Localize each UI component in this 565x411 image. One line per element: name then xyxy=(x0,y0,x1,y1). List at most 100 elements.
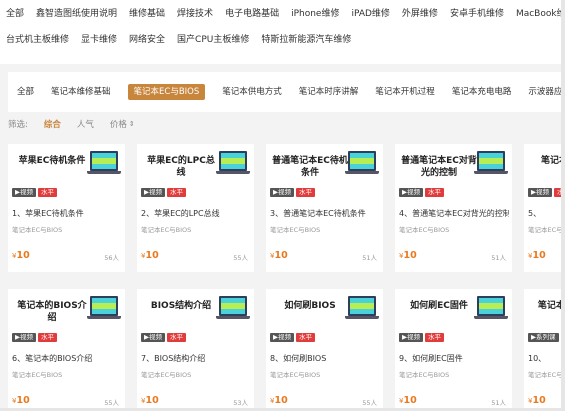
enrollment-count: 55人 xyxy=(233,254,248,262)
course-category: 笔记本EC与BIOS xyxy=(141,226,192,234)
course-name[interactable]: 10、 xyxy=(528,353,565,364)
enrollment-count: 51人 xyxy=(362,254,377,262)
thumbnail-title: 普通笔记本EC待机条件 xyxy=(272,156,348,178)
top-category-item[interactable]: 特斯拉新能源汽车维修 xyxy=(261,30,351,50)
course-thumbnail[interactable]: 普通笔记本EC对背光的控制 ▶视频 水平 xyxy=(395,144,512,201)
course-name[interactable]: 4、普通笔记本EC对背光的控制 xyxy=(399,208,509,219)
course-thumbnail[interactable]: BIOS结构介绍 ▶视频 水平 xyxy=(137,289,254,346)
top-category-item[interactable]: iPAD维修 xyxy=(351,4,389,24)
thumbnail-title: 笔记本的BIOS介绍 xyxy=(17,301,87,323)
course-thumbnail[interactable]: 笔记本的BIOS介绍 ▶视频 水平 xyxy=(8,289,125,346)
course-category: 笔记本EC与 xyxy=(528,371,563,379)
course-thumbnail[interactable]: 笔记本电池的 ▶视频水平 xyxy=(524,144,565,201)
course-name[interactable]: 7、BIOS结构介绍 xyxy=(141,353,251,364)
course-name[interactable]: 3、普通笔记本EC待机条件 xyxy=(270,208,380,219)
price-value: 10 xyxy=(16,395,30,406)
top-category-item[interactable]: 国产CPU主板维修 xyxy=(177,30,249,50)
course-name[interactable]: 2、苹果EC的LPC总线 xyxy=(141,208,251,219)
course-name[interactable]: 9、如何刷EC固件 xyxy=(399,353,509,364)
top-category-item[interactable]: 台式机主板维修 xyxy=(6,30,69,50)
subcategory-tab[interactable]: 笔记本时序讲解 xyxy=(299,84,359,100)
course-thumbnail[interactable]: 笔记本与BIOS ▶系列课 xyxy=(524,289,565,346)
thumbnail-title: BIOS结构介绍 xyxy=(150,301,212,311)
subcategory-tab[interactable]: 笔记本充电电路 xyxy=(452,84,512,100)
course-tags: ▶视频水平 xyxy=(12,333,59,342)
course-name[interactable]: 8、如何刷BIOS xyxy=(270,353,380,364)
course-card[interactable]: 普通笔记本EC对背光的控制 ▶视频 水平 4、普通笔记本EC对背光的控制 笔记本EC与B… xyxy=(395,144,512,272)
laptop-icon xyxy=(345,296,379,324)
course-name[interactable]: 6、笔记本的BIOS介绍 xyxy=(12,353,122,364)
sort-arrow-icon[interactable]: ⇕ xyxy=(129,120,135,128)
thumbnail-title: 笔记本与BIOS xyxy=(537,301,565,311)
top-category-item[interactable]: 网络安全 xyxy=(129,30,165,50)
top-category-item[interactable]: 维修基础 xyxy=(129,4,165,24)
course-card[interactable]: 如何刷EC固件 ▶视频 水平 9、如何刷EC固件 笔记本EC与BIOS ¥10 51人 xyxy=(395,289,512,411)
laptop-icon xyxy=(216,296,250,324)
filter-option-popularity[interactable]: 人气 xyxy=(77,118,94,130)
top-category-item[interactable]: 外屏维修 xyxy=(402,4,438,24)
price-value: 10 xyxy=(145,395,159,406)
course-tags: ▶视频水平 xyxy=(12,188,59,197)
video-tag: ▶视频 xyxy=(12,333,36,342)
course-category: 笔记本EC与BIOS xyxy=(141,371,192,379)
level-tag: 水平 xyxy=(167,333,186,342)
course-card[interactable]: 笔记本电池的 ▶视频水平 5、笔记本EC与 ¥10 xyxy=(524,144,565,272)
course-price: ¥10 xyxy=(399,250,417,261)
top-category-item[interactable]: 显卡维修 xyxy=(81,30,117,50)
course-category: 笔记本EC与BIOS xyxy=(12,226,63,234)
top-category-row-1: 全部 鑫智造图纸使用说明 维修基础 焊接技术 电子电路基础 iPhone维修 iPAD维修外… xyxy=(0,3,565,25)
level-tag: 水平 xyxy=(425,333,444,342)
thumbnail-title: 如何刷BIOS xyxy=(284,301,336,311)
top-category-item[interactable]: 鑫智造图纸使用说明 xyxy=(36,4,117,24)
subcategory-tab[interactable]: 全部 xyxy=(17,84,34,100)
top-category-item[interactable]: 焊接技术 xyxy=(177,4,213,24)
course-category: 笔记本EC与BIOS xyxy=(270,371,321,379)
price-value: 10 xyxy=(403,250,417,261)
subcategory-tab[interactable]: 笔记本供电方式 xyxy=(222,84,282,100)
top-category-item[interactable]: iPhone维修 xyxy=(291,4,339,24)
course-card[interactable]: 笔记本的BIOS介绍 ▶视频 水平 6、笔记本的BIOS介绍 笔记本EC与BIOS ¥10… xyxy=(8,289,125,411)
top-category-item[interactable]: MacBook维修 xyxy=(516,4,565,24)
course-name[interactable]: 1、苹果EC待机条件 xyxy=(12,208,122,219)
price-value: 10 xyxy=(403,395,417,406)
video-tag: ▶视频 xyxy=(141,333,165,342)
subcategory-tab[interactable]: 笔记本EC与BIOS xyxy=(127,84,206,100)
course-thumbnail[interactable]: 苹果EC的LPC总线 ▶视频 水平 xyxy=(137,144,254,201)
video-tag: ▶系列课 xyxy=(528,333,559,342)
course-tags: ▶视频水平 xyxy=(528,188,565,197)
course-card[interactable]: 苹果EC待机条件 ▶视频 水平 1、苹果EC待机条件 笔记本EC与BIOS ¥10 56人 xyxy=(8,144,125,272)
level-tag: 水平 xyxy=(296,188,315,197)
top-category-item[interactable]: 电子电路基础 xyxy=(225,4,279,24)
subcategory-tab[interactable]: 笔记本维修基础 xyxy=(51,84,111,100)
course-card[interactable]: BIOS结构介绍 ▶视频 水平 7、BIOS结构介绍 笔记本EC与BIOS ¥10 53人 xyxy=(137,289,254,411)
price-value: 10 xyxy=(16,250,30,261)
frame-right-edge xyxy=(561,0,565,411)
course-thumbnail[interactable]: 苹果EC待机条件 ▶视频 水平 xyxy=(8,144,125,201)
course-card[interactable]: 笔记本与BIOS ▶系列课 10、笔记本EC与 ¥10 xyxy=(524,289,565,411)
course-thumbnail[interactable]: 普通笔记本EC待机条件 ▶视频 水平 xyxy=(266,144,383,201)
filter-option-price[interactable]: 价格 xyxy=(110,118,127,130)
course-card[interactable]: 如何刷BIOS ▶视频 水平 8、如何刷BIOS 笔记本EC与BIOS ¥10 55人 xyxy=(266,289,383,411)
course-thumbnail[interactable]: 如何刷BIOS ▶视频 水平 xyxy=(266,289,383,346)
level-tag: 水平 xyxy=(38,188,57,197)
filter-option-comprehensive[interactable]: 综合 xyxy=(44,118,61,130)
enrollment-count: 55人 xyxy=(104,399,119,407)
top-category-item[interactable]: 安卓手机维修 xyxy=(450,4,504,24)
course-price: ¥10 xyxy=(270,395,288,406)
laptop-icon xyxy=(474,151,508,179)
course-card[interactable]: 苹果EC的LPC总线 ▶视频 水平 2、苹果EC的LPC总线 笔记本EC与BIOS ¥10… xyxy=(137,144,254,272)
top-category-bar: 全部 鑫智造图纸使用说明 维修基础 焊接技术 电子电路基础 iPhone维修 iPAD维修外… xyxy=(0,0,565,62)
course-thumbnail[interactable]: 如何刷EC固件 ▶视频 水平 xyxy=(395,289,512,346)
course-card[interactable]: 普通笔记本EC待机条件 ▶视频 水平 3、普通笔记本EC待机条件 笔记本EC与BIOS ¥… xyxy=(266,144,383,272)
course-name[interactable]: 5、 xyxy=(528,208,565,219)
subcategory-tab[interactable]: 示波器应用 xyxy=(528,84,565,100)
course-content-area: 全部 笔记本维修基础 笔记本EC与BIOS 笔记本供电方式 笔记本时序讲解 笔记本开机过程… xyxy=(0,64,565,411)
course-tags: ▶系列课 xyxy=(528,333,561,342)
top-category-row-2: 台式机主板维修 显卡维修 网络安全 国产CPU主板维修 特斯拉新能源汽车维修 xyxy=(0,29,357,51)
course-category: 笔记本EC与BIOS xyxy=(399,226,450,234)
thumbnail-title: 苹果EC的LPC总线 xyxy=(147,156,215,178)
subcategory-tab[interactable]: 笔记本开机过程 xyxy=(375,84,435,100)
thumbnail-title: 如何刷EC固件 xyxy=(410,301,468,311)
video-tag: ▶视频 xyxy=(141,188,165,197)
top-category-item[interactable]: 全部 xyxy=(6,4,24,24)
